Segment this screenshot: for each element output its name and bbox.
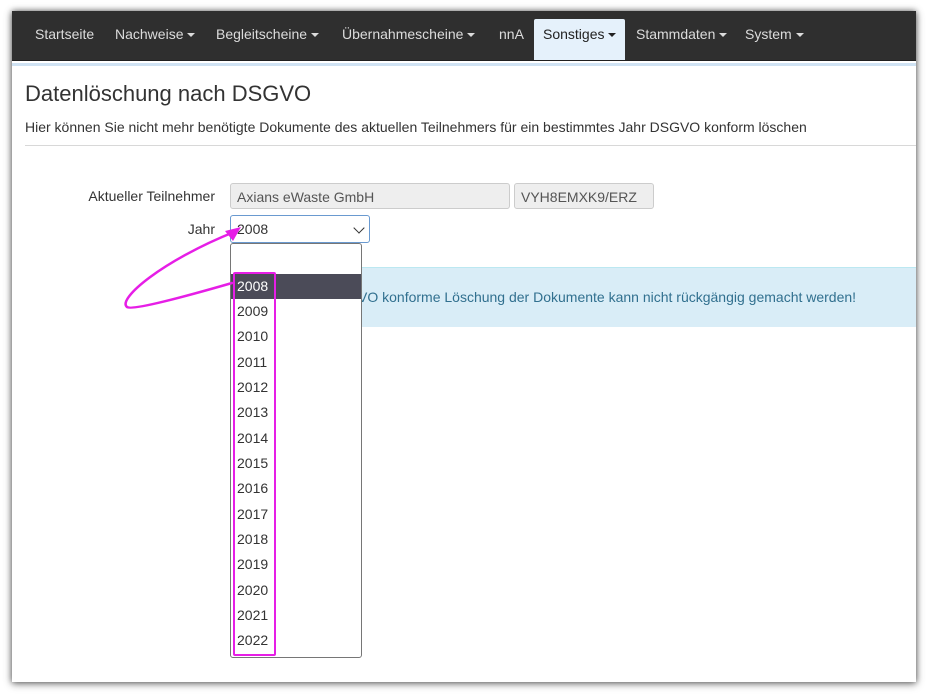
caret-down-icon: [187, 33, 196, 38]
top-navbar: Startseite Nachweise Begleitscheine Über…: [12, 11, 916, 61]
nav-stammdaten[interactable]: Stammdaten: [636, 11, 728, 60]
alert-text: VO konforme Löschung der Dokumente kann …: [358, 289, 857, 305]
nav-label: Sonstiges: [543, 26, 605, 42]
nav-startseite[interactable]: Startseite: [35, 11, 94, 60]
app-window: Startseite Nachweise Begleitscheine Über…: [12, 11, 916, 682]
nav-nna[interactable]: nnA: [499, 11, 524, 60]
nav-label: Startseite: [35, 26, 95, 42]
page-title: Datenlöschung nach DSGVO: [25, 81, 312, 106]
chevron-down-icon: [353, 222, 365, 234]
year-select-value: 2008: [237, 221, 269, 237]
nav-sonstiges[interactable]: Sonstiges: [534, 19, 626, 60]
caret-down-icon: [719, 33, 728, 38]
nav-system[interactable]: System: [745, 11, 804, 60]
annotation-highlight-box: [233, 272, 276, 656]
caret-down-icon: [467, 33, 476, 38]
nav-underline: [12, 63, 916, 66]
nav-nachweise[interactable]: Nachweise: [115, 11, 196, 60]
year-option-empty[interactable]: [231, 246, 361, 271]
nav-label: Nachweise: [115, 26, 184, 42]
caret-down-icon: [608, 33, 617, 38]
nav-label: Stammdaten: [636, 26, 716, 42]
page-description: Hier können Sie nicht mehr benötigte Dok…: [25, 119, 807, 135]
nav-label: Übernahmescheine: [342, 26, 464, 42]
caret-down-icon: [795, 33, 804, 38]
nav-begleitscheine[interactable]: Begleitscheine: [216, 11, 320, 60]
caret-down-icon: [311, 33, 320, 38]
nav-label: Begleitscheine: [216, 26, 308, 42]
year-label: Jahr: [187, 221, 215, 237]
nav-uebernahmescheine[interactable]: Übernahmescheine: [342, 11, 476, 60]
participant-id-field: VYH8EMXK9/ERZ: [514, 183, 654, 209]
year-select[interactable]: 2008: [230, 215, 370, 243]
participant-name-field: Axians eWaste GmbH: [230, 183, 510, 209]
participant-label: Aktueller Teilnehmer: [88, 188, 215, 204]
nav-label: nnA: [499, 26, 524, 42]
annotation-arrow-icon: [124, 227, 241, 309]
divider: [25, 145, 916, 146]
nav-label: System: [745, 26, 792, 42]
